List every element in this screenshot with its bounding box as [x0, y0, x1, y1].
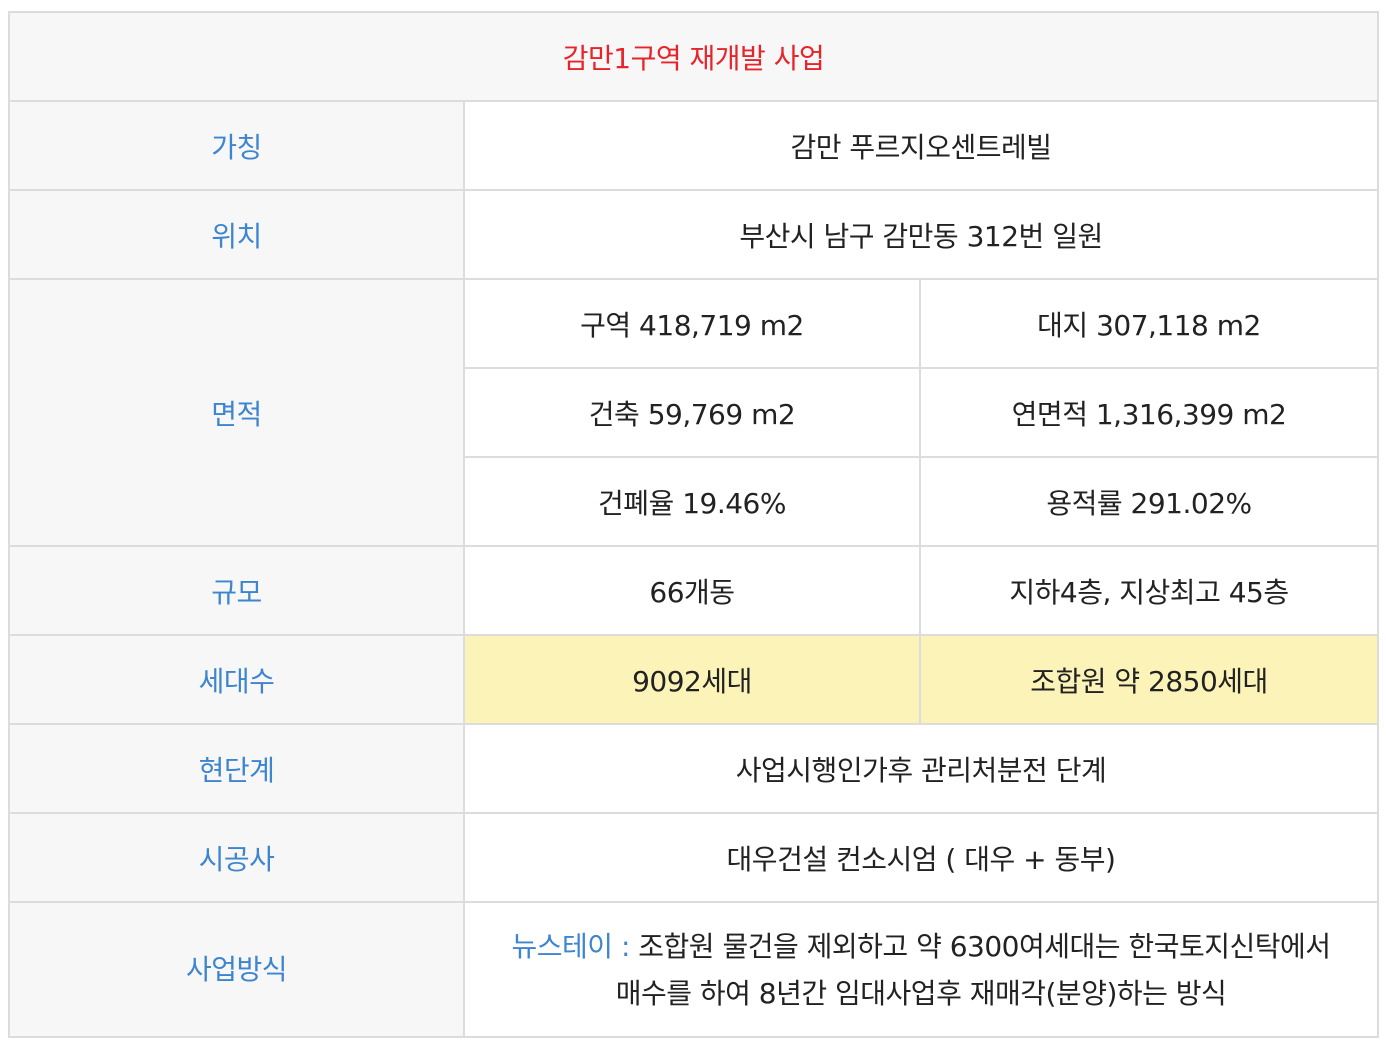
name-label: 가칭: [8, 100, 465, 191]
area-row-1: 면적 구역 418,719 m2 대지 307,118 m2: [8, 278, 1380, 547]
area-far: 용적률 291.02%: [918, 456, 1380, 547]
area-total-floor: 연면적 1,316,399 m2: [918, 367, 1380, 458]
title-row: 감만1구역 재개발 사업: [7, 11, 1380, 102]
area-site: 대지 307,118 m2: [918, 278, 1380, 369]
households-members: 조합원 약 2850세대: [918, 634, 1380, 725]
scale-floors: 지하4층, 지상최고 45층: [918, 545, 1380, 636]
location-label: 위치: [8, 189, 465, 280]
scale-label: 규모: [8, 545, 465, 636]
area-coverage: 건폐율 19.46%: [463, 456, 921, 547]
stage-value: 사업시행인가후 관리처분전 단계: [462, 723, 1380, 814]
builder-value: 대우건설 컨소시엄 ( 대우 + 동부): [462, 812, 1380, 903]
scale-row: 규모 66개동 지하4층, 지상최고 45층: [8, 545, 1380, 636]
project-info-table: 감만1구역 재개발 사업 가칭 감만 푸르지오센트레빌 위치 부산시 남구 감만…: [7, 11, 1380, 1038]
method-label: 사업방식: [8, 901, 465, 1038]
name-row: 가칭 감만 푸르지오센트레빌: [8, 100, 1380, 191]
households-row: 세대수 9092세대 조합원 약 2850세대: [8, 634, 1380, 725]
method-line1: 조합원 물건을 제외하고 약 6300여세대는 한국토지신탁에서: [629, 929, 1331, 963]
location-row: 위치 부산시 남구 감만동 312번 일원: [8, 189, 1380, 280]
area-building: 건축 59,769 m2: [463, 367, 921, 458]
location-value: 부산시 남구 감만동 312번 일원: [462, 189, 1380, 280]
builder-row: 시공사 대우건설 컨소시엄 ( 대우 + 동부): [8, 812, 1380, 903]
builder-label: 시공사: [8, 812, 465, 903]
households-total: 9092세대: [463, 634, 921, 725]
name-value: 감만 푸르지오센트레빌: [462, 100, 1380, 191]
area-zone: 구역 418,719 m2: [463, 278, 921, 369]
project-info-table-wrapper: 감만1구역 재개발 사업 가칭 감만 푸르지오센트레빌 위치 부산시 남구 감만…: [7, 11, 1380, 1038]
method-term: 뉴스테이 :: [511, 929, 631, 963]
method-value: 뉴스테이 : 조합원 물건을 제외하고 약 6300여세대는 한국토지신탁에서 …: [462, 901, 1380, 1038]
method-line2: 매수를 하여 8년간 임대사업후 재매각(분양)하는 방식: [615, 976, 1227, 1010]
scale-buildings: 66개동: [463, 545, 921, 636]
stage-row: 현단계 사업시행인가후 관리처분전 단계: [8, 723, 1380, 814]
households-label: 세대수: [8, 634, 465, 725]
table-title: 감만1구역 재개발 사업: [7, 11, 1380, 102]
area-label: 면적: [8, 278, 465, 547]
stage-label: 현단계: [8, 723, 465, 814]
method-row: 사업방식 뉴스테이 : 조합원 물건을 제외하고 약 6300여세대는 한국토지…: [8, 901, 1380, 1038]
